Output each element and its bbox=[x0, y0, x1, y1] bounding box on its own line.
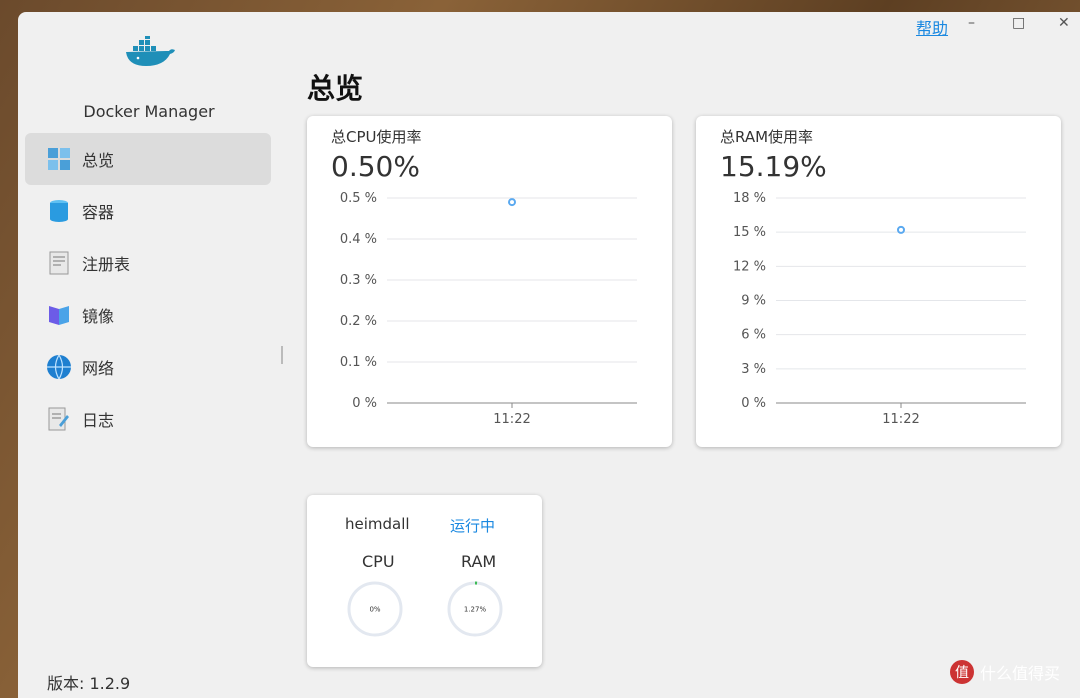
container-ram-gauge: 1.27% bbox=[447, 581, 503, 637]
sidebar-item-network[interactable]: 网络 bbox=[25, 341, 271, 393]
app-window: Docker Manager 总览 容器 注册表 镜像 网络 日志 版本: 1.… bbox=[18, 12, 1080, 698]
container-ram-label: RAM bbox=[461, 552, 497, 571]
sidebar-item-label: 总览 bbox=[82, 151, 115, 170]
container-icon bbox=[46, 198, 72, 224]
y-tick-label: 0 % bbox=[352, 396, 377, 411]
image-icon bbox=[46, 302, 72, 328]
y-tick-label: 9 % bbox=[741, 294, 766, 309]
data-point[interactable] bbox=[508, 198, 516, 207]
dashboard-icon bbox=[46, 146, 72, 172]
ram-usage-chart: 0 % 3 % 6 % 9 % 12 % 15 % 18 % 11:22 bbox=[733, 191, 1026, 427]
log-icon bbox=[46, 406, 72, 432]
container-name: heimdall bbox=[345, 515, 410, 533]
cpu-usage-chart: 0 % 0.1 % 0.2 % 0.3 % 0.4 % 0.5 % 11:22 bbox=[340, 191, 637, 427]
container-cpu-label: CPU bbox=[362, 552, 395, 571]
sidebar: Docker Manager 总览 容器 注册表 镜像 网络 日志 版本: 1.… bbox=[18, 12, 284, 698]
data-point[interactable] bbox=[897, 225, 905, 234]
y-tick-label: 15 % bbox=[733, 225, 766, 240]
x-tick-label: 11:22 bbox=[882, 412, 919, 427]
container-ram-value: 1.27% bbox=[464, 606, 487, 614]
maximize-button[interactable]: □ bbox=[1012, 15, 1025, 31]
minimize-button[interactable]: – bbox=[968, 15, 975, 31]
ram-usage-card: 总RAM使用率 15.19% 0 % 3 % 6 % 9 % 12 % 15 % 18 % 1… bbox=[696, 116, 1061, 447]
y-tick-label: 3 % bbox=[741, 362, 766, 377]
page-title: 总览 bbox=[307, 72, 364, 105]
sidebar-item-label: 网络 bbox=[82, 359, 115, 378]
x-tick-label: 11:22 bbox=[493, 412, 530, 427]
sidebar-item-containers[interactable]: 容器 bbox=[25, 185, 271, 237]
y-tick-label: 6 % bbox=[741, 328, 766, 343]
y-tick-label: 0.5 % bbox=[340, 191, 377, 206]
sidebar-item-registry[interactable]: 注册表 bbox=[25, 237, 271, 289]
watermark-text: 什么值得买 bbox=[980, 664, 1061, 683]
docker-whale-logo bbox=[126, 36, 175, 66]
watermark: 值 什么值得买 bbox=[950, 660, 1060, 684]
y-tick-label: 18 % bbox=[733, 191, 766, 206]
help-link[interactable]: 帮助 bbox=[916, 15, 948, 39]
sidebar-nav: 总览 容器 注册表 镜像 网络 日志 bbox=[25, 133, 271, 445]
container-cpu-gauge: 0% bbox=[347, 581, 403, 637]
sidebar-item-label: 注册表 bbox=[82, 255, 131, 274]
container-status: 运行中 bbox=[450, 517, 496, 535]
app-name: Docker Manager bbox=[83, 102, 215, 121]
y-tick-label: 0.4 % bbox=[340, 232, 377, 247]
y-tick-label: 0.2 % bbox=[340, 314, 377, 329]
y-tick-label: 0.1 % bbox=[340, 355, 377, 370]
container-card[interactable]: heimdall 运行中 CPU RAM 0% 1.27% bbox=[307, 495, 542, 667]
sidebar-item-label: 容器 bbox=[82, 203, 115, 222]
sidebar-item-logs[interactable]: 日志 bbox=[25, 393, 271, 445]
close-button[interactable]: ✕ bbox=[1058, 15, 1070, 31]
sidebar-item-label: 日志 bbox=[82, 411, 115, 430]
sidebar-item-images[interactable]: 镜像 bbox=[25, 289, 271, 341]
watermark-logo: 值 bbox=[950, 660, 974, 684]
y-tick-label: 12 % bbox=[733, 259, 766, 274]
sidebar-resize-handle[interactable] bbox=[281, 346, 283, 364]
version-label: 版本: 1.2.9 bbox=[47, 674, 131, 693]
network-icon bbox=[46, 354, 72, 380]
cpu-usage-card: 总CPU使用率 0.50% 0 % 0.1 % 0.2 % 0.3 % 0.4 % 0.5… bbox=[307, 116, 672, 447]
y-tick-label: 0.3 % bbox=[340, 273, 377, 288]
registry-icon bbox=[46, 250, 72, 276]
container-cpu-value: 0% bbox=[369, 606, 380, 614]
y-tick-label: 0 % bbox=[741, 396, 766, 411]
sidebar-item-overview[interactable]: 总览 bbox=[25, 133, 271, 185]
sidebar-item-label: 镜像 bbox=[82, 307, 115, 326]
